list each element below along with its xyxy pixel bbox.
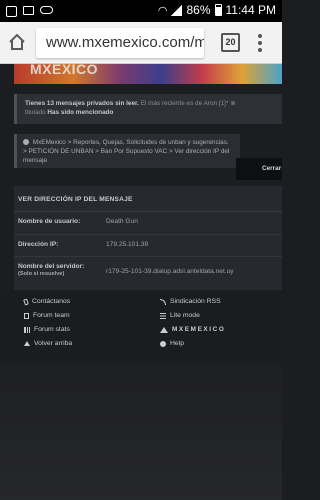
site-banner[interactable]: MXEXICO (14, 64, 282, 84)
breadcrumb-separator: > (23, 148, 27, 155)
footer-link-label: Help (170, 340, 184, 347)
panel-title: VER DIRECCIÓN IP DEL MENSAJE (14, 186, 282, 212)
breadcrumb-separator: > (168, 148, 173, 155)
clock: 11:44 PM (225, 3, 276, 17)
document-icon (24, 312, 29, 319)
breadcrumb-item[interactable]: Reportes, Quejas, Solicitudes de unban y… (73, 139, 229, 146)
breadcrumb: MxEMexico > Reportes, Quejas, Solicitude… (14, 134, 240, 168)
menu-icon (160, 312, 166, 319)
footer-link-label: Forum team (33, 312, 70, 319)
footer-link-label: Forum stats (34, 326, 70, 333)
footer-link-label: MXEMEXICO (172, 326, 226, 333)
ip-label: Dirección IP: (18, 241, 59, 248)
signal-icon (171, 4, 183, 16)
username-label: Nombre de usuario: (18, 218, 81, 225)
status-bar: ◠ 86% 11:44 PM (0, 0, 282, 22)
ip-info-panel: VER DIRECCIÓN IP DEL MENSAJE Nombre de u… (14, 186, 282, 290)
home-icon[interactable] (8, 33, 26, 51)
image-notification-icon (6, 5, 17, 17)
url-text[interactable]: www.mxemexico.com/modе (46, 34, 204, 51)
hostname-label: Nombre del servidor: (Solo si resuelve) (18, 263, 84, 277)
footer-link-lite[interactable]: Lite mode (160, 312, 200, 319)
voicemail-notification-icon (40, 5, 53, 14)
dismiss-icon[interactable]: ⊗ (230, 100, 235, 107)
footer-link-label: Volver arriba (34, 340, 73, 347)
breadcrumb-separator: > (67, 139, 72, 146)
wifi-icon: ◠ (157, 4, 168, 17)
hostname-label-text: Nombre del servidor: (18, 263, 85, 270)
notice-latest[interactable]: El más reciente es de Aron [1]* (141, 100, 229, 107)
breadcrumb-item[interactable]: Ban Por Supuesto VAC (101, 148, 167, 155)
notice-title[interactable]: Has sido mencionado (47, 109, 113, 116)
footer-links: Contáctanos Forum team Forum stats Volve… (0, 290, 282, 362)
site-logo: MXEXICO (30, 64, 99, 77)
breadcrumb-separator: > (95, 148, 100, 155)
footer-link-label: Sindicación RSS (170, 298, 221, 305)
phone-icon (23, 297, 29, 306)
page-background (0, 362, 282, 500)
footer-link-label: Contáctanos (32, 298, 71, 305)
divider (14, 234, 282, 235)
notice-title-prefix: titulado (25, 109, 46, 116)
arrow-up-icon (24, 341, 30, 346)
footer-link-help[interactable]: Help (160, 340, 184, 347)
footer-link-contact[interactable]: Contáctanos (23, 297, 71, 306)
battery-icon (214, 4, 222, 16)
breadcrumb-item[interactable]: MxEMexico (33, 139, 66, 146)
stats-icon (24, 326, 30, 333)
tab-switcher-button[interactable]: 20 (221, 33, 240, 52)
browser-toolbar: www.mxemexico.com/modе 20 (0, 22, 282, 64)
home-icon (160, 326, 168, 333)
footer-link-home[interactable]: MXEMEXICO (160, 326, 225, 333)
globe-icon (23, 139, 29, 145)
breadcrumb-item[interactable]: PETICIÓN DE UNBAN (29, 148, 94, 155)
overflow-menu-icon[interactable] (258, 34, 262, 52)
close-button[interactable]: Cerrar (236, 158, 282, 180)
username-value[interactable]: Death Gun (106, 218, 138, 225)
footer-link-top[interactable]: Volver arriba (24, 340, 72, 347)
url-bar[interactable]: www.mxemexico.com/modе (36, 28, 204, 58)
ip-value: 179.25.101.39 (106, 241, 149, 248)
hostname-value: r179-25-101-39.dialup.adsl.anteldata.net… (106, 268, 234, 275)
divider (14, 256, 282, 257)
info-icon (160, 340, 166, 347)
hostname-sublabel: (Solo si resuelve) (18, 271, 65, 277)
footer-link-rss[interactable]: Sindicación RSS (160, 298, 221, 305)
rss-icon (160, 298, 166, 305)
battery-percent: 86% (186, 3, 211, 17)
mail-notification-icon (23, 5, 34, 15)
footer-link-stats[interactable]: Forum stats (24, 326, 70, 333)
notice-prefix: Tienes 13 mensajes privados sin leer. (25, 100, 139, 107)
private-message-notice: Tienes 13 mensajes privados sin leer. El… (14, 94, 282, 124)
footer-link-label: Lite mode (170, 312, 200, 319)
footer-link-team[interactable]: Forum team (24, 312, 70, 319)
